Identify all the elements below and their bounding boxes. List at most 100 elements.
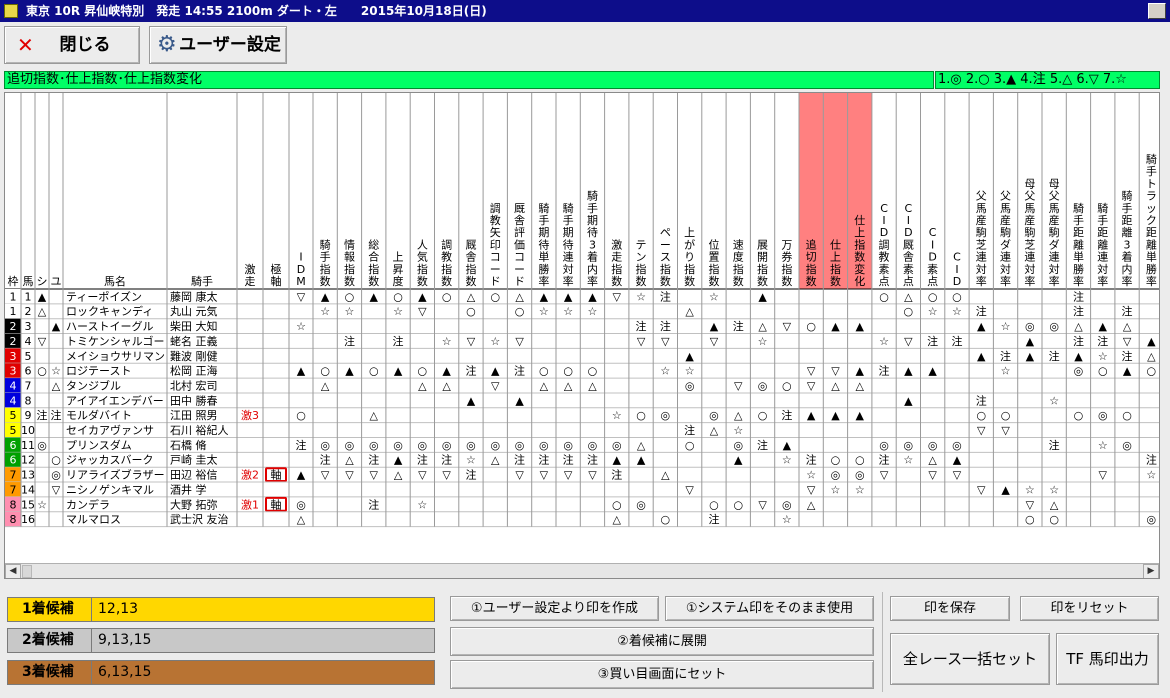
column-header-char: 離 [1122, 225, 1133, 239]
column-header-char: 率 [1146, 274, 1157, 288]
mark-cell: △ [904, 290, 913, 303]
mark-cell: ▲ [1026, 350, 1035, 363]
column-header-char: 馬 [1024, 202, 1035, 215]
mark-cell: 注 [660, 319, 671, 333]
mark-cell: △ [613, 513, 622, 526]
candidate-1-value[interactable]: 12,13 [98, 598, 138, 621]
mark-cell: △ [1074, 320, 1083, 333]
frame-number: 5 [10, 409, 17, 422]
mark-cell: ▲ [856, 320, 865, 333]
all-race-set-button[interactable]: 全レース一括セット [890, 633, 1050, 685]
create-from-user-button[interactable]: ①ユーザー設定より印を作成 [450, 596, 659, 621]
mark-cell: ○ [466, 305, 476, 318]
mark-cell: ☆ [393, 305, 403, 318]
mark-cell: ☆ [466, 454, 476, 467]
bet-screen-button[interactable]: ③買い目画面にセット [450, 660, 874, 689]
mark-cell: ▲ [345, 365, 354, 378]
mark-cell: ▲ [637, 454, 646, 467]
column-header-char: 対 [1097, 262, 1108, 276]
mark-cell: ○ [904, 305, 914, 318]
column-header-char: 連 [1049, 250, 1060, 264]
column-header: 馬名 [104, 274, 126, 288]
mark-cell: ◎ [1074, 365, 1084, 378]
column-header-char: 勝 [1146, 262, 1157, 276]
candidate-2-value[interactable]: 9,13,15 [98, 629, 151, 652]
column-header-char: 数 [441, 275, 452, 288]
mark-cell: ◎ [466, 439, 476, 452]
mark-cell: 注 [368, 497, 379, 511]
mark-cell: ◎ [1122, 439, 1132, 452]
mark-cell: ☆ [296, 320, 306, 333]
close-button[interactable]: ✕ 閉じる [4, 26, 140, 64]
column-header-char: 手 [320, 250, 331, 264]
mark-cell: ▲ [710, 320, 719, 333]
mark-cell: ◎ [758, 379, 768, 392]
column-header-char: 距 [1097, 226, 1108, 239]
column-header-char: ト [1146, 177, 1157, 190]
mark-cell: ◎ [831, 469, 841, 482]
mark-cell: ○ [831, 454, 841, 467]
column-header-char: 舎 [903, 251, 914, 264]
scroll-right-icon[interactable]: ▶ [1143, 564, 1159, 578]
data-grid[interactable]: 枠馬シユ馬名 騎手激走極軸 I D M 騎手指数情報指数総合指数上昇度人気指数調教指数厩舎… [4, 92, 1160, 579]
mark-cell: ▲ [540, 290, 549, 303]
frame-number: 3 [10, 350, 17, 363]
mark-legend: 1.◎ 2.○ 3.▲ 4.注 5.△ 6.▽ 7.☆ [935, 71, 1160, 89]
use-system-marks-button[interactable]: ①システム印をそのまま使用 [665, 596, 874, 621]
mark-cell: △ [467, 290, 476, 303]
column-header-char: 期 [587, 214, 598, 227]
user-settings-button[interactable]: ⚙ ユーザー設定 [149, 26, 287, 64]
horizontal-scrollbar[interactable]: ◀ ▶ [5, 563, 1159, 578]
column-header-char: 馬 [1000, 202, 1011, 215]
grid-canvas: 枠馬シユ馬名 騎手激走極軸IDM騎手指数情報指数総合指数上昇度人気指数調教指数厩舎… [5, 93, 1159, 528]
column-header-char: 度 [733, 250, 744, 264]
mark-cell: ▲ [953, 454, 962, 467]
column-header-char: テ [636, 238, 647, 251]
column-header-char: 馬 [23, 275, 34, 288]
reset-marks-button[interactable]: 印をリセット [1020, 596, 1159, 621]
mark-cell: ▲ [758, 290, 767, 303]
mark-cell: ◎ [636, 498, 646, 511]
mark-cell: ▲ [685, 350, 694, 363]
mark-cell: ○ [1122, 409, 1132, 422]
mark-cell: ○ [393, 290, 403, 303]
mark-cell: 注 [927, 334, 938, 348]
column-header-char: 父 [976, 190, 987, 203]
mark-cell: ▽ [953, 469, 962, 482]
mark-cell: 注 [806, 453, 817, 467]
horse-name: ジャッカスバーク [66, 454, 153, 467]
window-close-icon[interactable] [1148, 3, 1166, 19]
candidate-3-value[interactable]: 6,13,15 [98, 661, 151, 684]
column-header-char: 離 [1097, 237, 1108, 251]
mark-cell: ☆ [1025, 483, 1035, 496]
mark-cell: ▽ [807, 365, 816, 378]
shi-mark: ○ [37, 365, 47, 378]
mark-cell: ○ [345, 290, 355, 303]
expand-candidates-button[interactable]: ②着候補に展開 [450, 627, 874, 656]
tf-output-button[interactable]: TF 馬印出力 [1056, 633, 1159, 685]
mark-cell: 注 [1122, 349, 1133, 363]
frame-number: 2 [10, 320, 17, 333]
mark-cell: △ [685, 305, 694, 318]
horse-number: 4 [25, 335, 32, 348]
mark-cell: ▲ [467, 394, 476, 407]
scroll-thumb[interactable] [22, 565, 32, 578]
mark-cell: ▽ [661, 335, 670, 348]
mark-cell: ▲ [928, 365, 937, 378]
mark-cell: 注 [368, 453, 379, 467]
column-header-char: 指 [636, 262, 647, 276]
column-header-char: M [296, 275, 306, 288]
column-header-char: 速 [733, 238, 744, 251]
mark-cell: △ [540, 379, 549, 392]
mark-cell: △ [831, 379, 840, 392]
mark-cell: ▲ [613, 454, 622, 467]
scroll-left-icon[interactable]: ◀ [5, 564, 21, 578]
column-header-char: 切 [806, 251, 817, 264]
horse-number: 1 [25, 290, 32, 303]
mark-cell: ◎ [928, 439, 938, 452]
mark-cell: 注 [344, 334, 355, 348]
column-header-char: 騎 [1122, 190, 1133, 203]
mark-cell: 注 [611, 468, 622, 482]
column-header-char: 極 [271, 262, 282, 276]
save-marks-button[interactable]: 印を保存 [890, 596, 1010, 621]
